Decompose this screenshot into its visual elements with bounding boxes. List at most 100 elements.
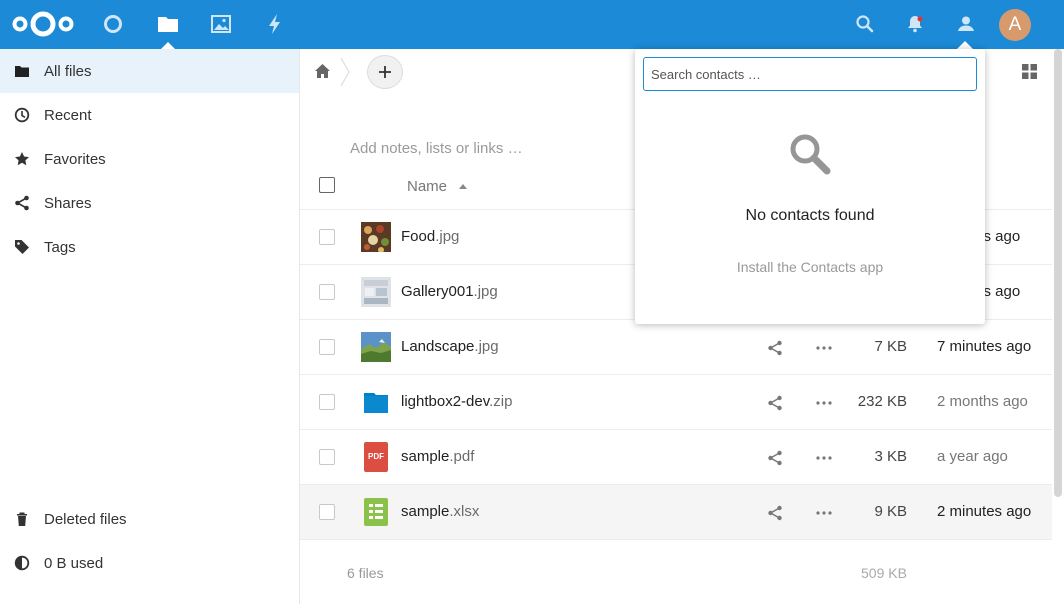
search-icon: [790, 134, 831, 175]
user-avatar[interactable]: A: [999, 9, 1031, 41]
search-icon[interactable]: [854, 13, 876, 35]
row-checkbox[interactable]: [319, 284, 335, 300]
trash-icon: [17, 512, 27, 526]
folder-icon: [15, 66, 29, 77]
photos-icon[interactable]: [209, 12, 233, 36]
column-name-header[interactable]: Name: [407, 178, 447, 195]
more-actions-icon[interactable]: [816, 455, 832, 461]
file-modified: 2 minutes ago: [937, 503, 1032, 520]
notes-placeholder[interactable]: Add notes, lists or links …: [350, 140, 523, 157]
share-icon[interactable]: [767, 395, 783, 411]
gallery-thumbnail-icon: [361, 277, 391, 307]
top-header: A: [0, 0, 1064, 49]
file-modified: 2 months ago: [937, 393, 1028, 410]
sidebar-item-label: Favorites: [44, 150, 106, 168]
file-extension: .jpg: [474, 338, 499, 355]
file-size: 9 KB: [874, 503, 907, 520]
pdf-file-icon: PDF: [364, 442, 388, 472]
sidebar-item-tags[interactable]: Tags: [0, 225, 299, 269]
popover-arrow: [957, 41, 973, 49]
row-checkbox[interactable]: [319, 394, 335, 410]
sidebar-item-deleted-files[interactable]: Deleted files: [0, 497, 299, 541]
install-contacts-link[interactable]: Install the Contacts app: [635, 259, 985, 275]
more-actions-icon[interactable]: [816, 400, 832, 406]
file-name[interactable]: Gallery001.jpg: [401, 283, 498, 300]
sidebar-item-label: 0 B used: [44, 554, 104, 572]
zip-file-icon: [364, 393, 388, 413]
file-extension: .pdf: [449, 448, 475, 465]
nextcloud-logo[interactable]: [12, 10, 74, 38]
file-name[interactable]: sample.pdf: [401, 448, 474, 465]
file-extension: .zip: [489, 393, 513, 410]
file-extension: .xlsx: [449, 503, 480, 520]
file-name[interactable]: Landscape.jpg: [401, 338, 499, 355]
pdf-badge: PDF: [368, 452, 384, 461]
sidebar-item-all-files[interactable]: All files: [0, 49, 299, 93]
star-icon: [15, 152, 29, 166]
grid-view-icon[interactable]: [1022, 64, 1037, 79]
notifications-icon[interactable]: [904, 13, 926, 35]
file-modified: a year ago: [937, 448, 1008, 465]
sidebar-item-shares[interactable]: Shares: [0, 181, 299, 225]
sidebar-item-label: Deleted files: [44, 510, 127, 528]
app-navigation: All files Recent Favorites Shares Tags D…: [0, 49, 300, 604]
sort-ascending-icon: [459, 184, 467, 189]
file-name[interactable]: sample.xlsx: [401, 503, 479, 520]
tag-icon: [15, 240, 29, 254]
files-icon[interactable]: [156, 12, 180, 36]
row-checkbox[interactable]: [319, 339, 335, 355]
sidebar-item-quota[interactable]: 0 B used: [0, 541, 299, 585]
food-thumbnail-icon: [361, 222, 391, 252]
file-basename: sample: [401, 448, 450, 465]
new-file-button[interactable]: [367, 55, 403, 89]
spreadsheet-file-icon: [364, 498, 388, 526]
row-checkbox[interactable]: [319, 449, 335, 465]
file-extension: .jpg: [435, 228, 460, 245]
dashboard-icon[interactable]: [101, 12, 125, 36]
sidebar-item-label: Recent: [44, 106, 92, 124]
scrollbar[interactable]: [1054, 49, 1062, 497]
empty-contacts-message: No contacts found: [745, 207, 875, 224]
sidebar-item-favorites[interactable]: Favorites: [0, 137, 299, 181]
file-count-summary: 6 files: [347, 565, 384, 581]
plus-icon: [379, 66, 391, 78]
file-basename: Food: [401, 228, 436, 245]
quota-icon: [14, 555, 30, 571]
breadcrumb-separator: [340, 57, 350, 87]
select-all-checkbox[interactable]: [319, 177, 335, 193]
file-name[interactable]: Food.jpg: [401, 228, 459, 245]
table-row[interactable]: Landscape.jpg 7 KB 7 minutes ago: [300, 320, 1052, 375]
sidebar-item-label: Shares: [44, 194, 92, 212]
file-extension: .jpg: [473, 283, 498, 300]
row-checkbox[interactable]: [319, 504, 335, 520]
sidebar-item-recent[interactable]: Recent: [0, 93, 299, 137]
landscape-thumbnail-icon: [361, 332, 391, 362]
share-icon[interactable]: [767, 340, 783, 356]
file-name[interactable]: lightbox2-dev.zip: [401, 393, 512, 410]
more-actions-icon[interactable]: [816, 345, 832, 351]
home-icon[interactable]: [314, 63, 331, 79]
sidebar-item-label: All files: [44, 62, 92, 80]
file-basename: sample: [401, 503, 450, 520]
share-icon[interactable]: [767, 505, 783, 521]
contacts-icon[interactable]: [955, 13, 977, 35]
file-basename: Landscape: [401, 338, 475, 355]
file-basename: Gallery001: [401, 283, 474, 300]
file-basename: lightbox2-dev: [401, 393, 490, 410]
table-row[interactable]: sample.xlsx 9 KB 2 minutes ago: [300, 485, 1052, 540]
file-size: 3 KB: [874, 448, 907, 465]
share-icon: [15, 195, 29, 211]
more-actions-icon[interactable]: [816, 510, 832, 516]
table-row[interactable]: lightbox2-dev.zip 232 KB 2 months ago: [300, 375, 1052, 430]
file-modified: 7 minutes ago: [937, 338, 1032, 355]
active-app-indicator: [161, 42, 175, 49]
file-size: 232 KB: [857, 393, 907, 410]
row-checkbox[interactable]: [319, 229, 335, 245]
activity-icon[interactable]: [263, 12, 287, 36]
search-contacts-input[interactable]: [643, 57, 977, 91]
clock-icon: [14, 107, 30, 123]
total-size-summary: 509 KB: [861, 565, 907, 581]
share-icon[interactable]: [767, 450, 783, 466]
sidebar-item-label: Tags: [44, 238, 76, 256]
table-row[interactable]: PDF sample.pdf 3 KB a year ago: [300, 430, 1052, 485]
